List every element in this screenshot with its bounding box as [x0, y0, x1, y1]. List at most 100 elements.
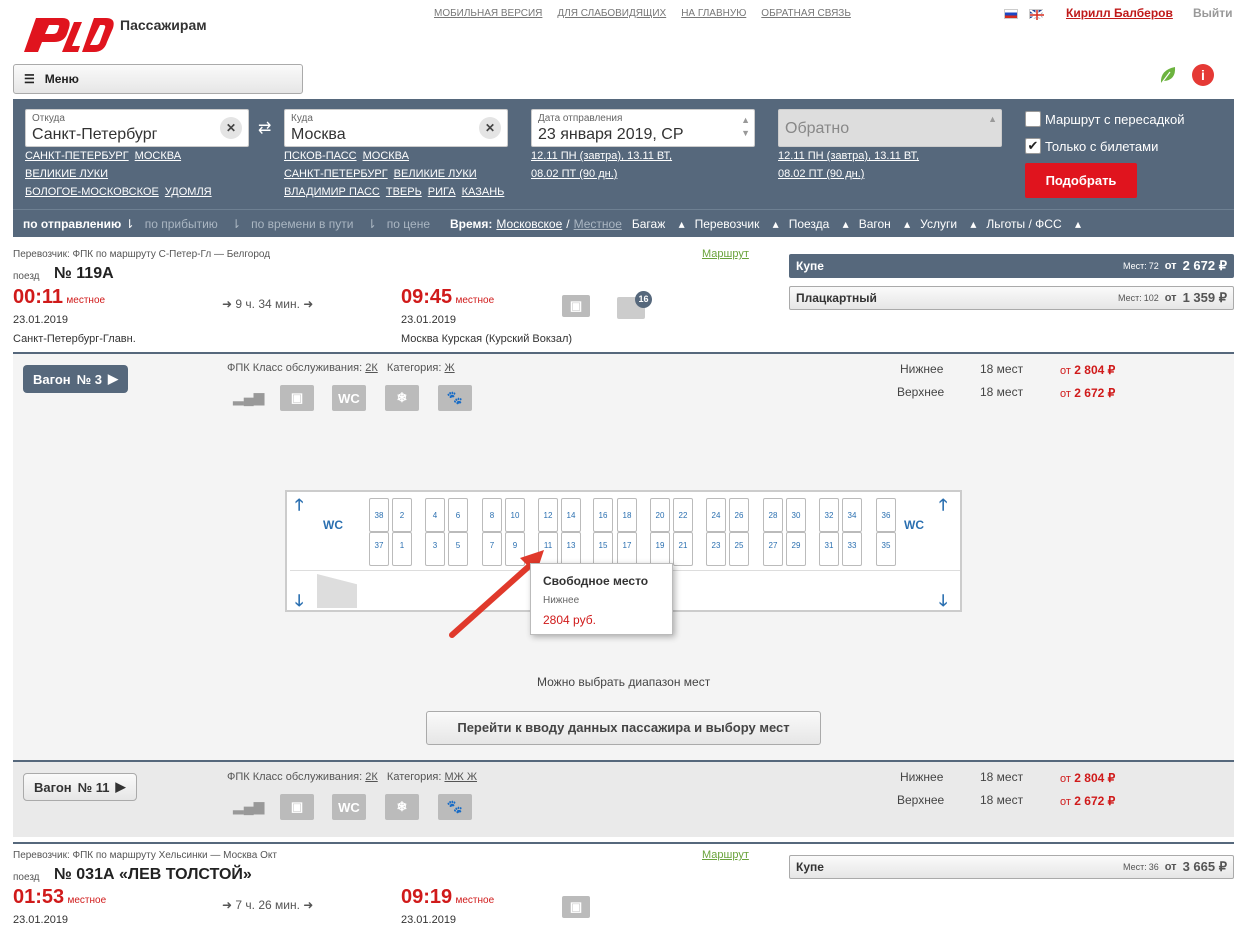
seat-upper[interactable]: 6 — [448, 498, 468, 532]
return-suggestion[interactable]: 12.11 ПН (завтра), 13.11 ВТ, — [778, 150, 919, 162]
class-platz-bar[interactable]: Плацкартный Мест: 102 от 1 359 ₽ — [789, 286, 1234, 310]
checkmark-icon[interactable]: ✔ — [1025, 138, 1041, 154]
seat-upper[interactable]: 8 — [482, 498, 502, 532]
seat-lower[interactable]: 37 — [369, 532, 389, 566]
seat-upper[interactable]: 2 — [392, 498, 412, 532]
dep-time: 01:53 — [13, 886, 65, 908]
time-label: Время: — [450, 216, 493, 231]
seat-upper[interactable]: 22 — [673, 498, 693, 532]
seat-upper[interactable]: 28 — [763, 498, 783, 532]
seat-upper[interactable]: 26 — [729, 498, 749, 532]
class-kupe-bar[interactable]: Купе Мест: 36 от 3 665 ₽ — [789, 855, 1234, 879]
mobile-version-link[interactable]: МОБИЛЬНАЯ ВЕРСИЯ — [434, 8, 542, 19]
seat-lower[interactable]: 21 — [673, 532, 693, 566]
seat-lower[interactable]: 19 — [650, 532, 670, 566]
sort-travel-time[interactable]: по времени в пути ⇂ — [251, 217, 377, 231]
home-link[interactable]: НА ГЛАВНУЮ — [681, 8, 746, 19]
seat-lower[interactable]: 31 — [819, 532, 839, 566]
seat-lower[interactable]: 33 — [842, 532, 862, 566]
seat-lower[interactable]: 13 — [561, 532, 581, 566]
from-suggestion[interactable]: УДОМЛЯ — [165, 186, 212, 198]
filter-services[interactable]: Услуги ▴ — [920, 217, 976, 231]
to-suggestion[interactable]: ПСКОВ-ПАСС — [284, 150, 357, 162]
seat-upper[interactable]: 4 — [425, 498, 445, 532]
info-icon[interactable]: i — [1192, 64, 1214, 86]
filter-carrier[interactable]: Перевозчик ▴ — [695, 217, 779, 231]
from-field[interactable]: Откуда Санкт-Петербург ✕ — [25, 109, 249, 147]
rzd-logo[interactable] — [22, 12, 114, 54]
class-kupe-bar[interactable]: Купе Мест: 72 от 2 672 ₽ — [789, 254, 1234, 278]
date-suggestion[interactable]: 08.02 ПТ (90 дн.) — [531, 168, 617, 180]
wagon3-button[interactable]: Вагон № 3 ▶ — [23, 365, 128, 393]
arr-time: 09:19 — [401, 886, 453, 908]
to-suggestion[interactable]: КАЗАНЬ — [462, 186, 505, 198]
clear-to-icon[interactable]: ✕ — [479, 117, 501, 139]
seat-upper[interactable]: 10 — [505, 498, 525, 532]
train2-route-link[interactable]: Маршрут — [702, 849, 749, 861]
filter-wagon[interactable]: Вагон ▴ — [859, 217, 910, 231]
seat-lower[interactable]: 29 — [786, 532, 806, 566]
to-field[interactable]: Куда Москва ✕ — [284, 109, 508, 147]
seat-upper[interactable]: 18 — [617, 498, 637, 532]
return-suggestion[interactable]: 08.02 ПТ (90 дн.) — [778, 168, 864, 180]
logout-link[interactable]: Выйти — [1193, 6, 1233, 20]
seat-lower[interactable]: 25 — [729, 532, 749, 566]
tickets-only-checkbox[interactable]: ✔ Только с билетами — [1025, 138, 1158, 154]
filter-benefits[interactable]: Льготы / ФСС ▴ — [986, 217, 1081, 231]
sort-departure[interactable]: по отправлению ⇂ — [23, 217, 135, 231]
seat-upper[interactable]: 32 — [819, 498, 839, 532]
eco-leaf-icon[interactable] — [1158, 64, 1178, 86]
english-flag-icon[interactable] — [1029, 9, 1044, 20]
return-date-field[interactable]: Обратно ▲ — [778, 109, 1002, 147]
from-suggestion[interactable]: САНКТ-ПЕТЕРБУРГ — [25, 150, 129, 162]
filter-baggage[interactable]: Багаж ▴ — [632, 217, 685, 231]
date-suggestion[interactable]: 12.11 ПН (завтра), 13.11 ВТ, — [531, 150, 672, 162]
to-suggestion[interactable]: РИГА — [428, 186, 456, 198]
seat-upper[interactable]: 16 — [593, 498, 613, 532]
seat-upper[interactable]: 30 — [786, 498, 806, 532]
low-vision-link[interactable]: ДЛЯ СЛАБОВИДЯЩИХ — [557, 8, 666, 19]
to-suggestion[interactable]: МОСКВА — [363, 150, 409, 162]
checkbox-unchecked[interactable] — [1025, 111, 1041, 127]
proceed-button[interactable]: Перейти к вводу данных пассажира и выбор… — [426, 711, 821, 745]
to-suggestion[interactable]: ВЕЛИКИЕ ЛУКИ — [394, 168, 477, 180]
sort-bar: по отправлению ⇂ по прибытию ⇂ по времен… — [13, 209, 1234, 237]
user-name-link[interactable]: Кирилл Балберов — [1066, 6, 1173, 20]
sort-price[interactable]: по цене — [387, 217, 440, 231]
seat-upper[interactable]: 14 — [561, 498, 581, 532]
sort-arrival[interactable]: по прибытию ⇂ — [145, 217, 241, 231]
swap-icon[interactable]: ⇄ — [258, 118, 271, 138]
from-suggestion[interactable]: ВЕЛИКИЕ ЛУКИ — [25, 168, 108, 180]
to-suggestion[interactable]: ВЛАДИМИР ПАСС — [284, 186, 380, 198]
time-moscow-link[interactable]: Московское — [496, 217, 562, 231]
seat-upper[interactable]: 38 — [369, 498, 389, 532]
seat-lower[interactable]: 1 — [392, 532, 412, 566]
from-suggestion[interactable]: БОЛОГОЕ-МОСКОВСКОЕ — [25, 186, 159, 198]
seat-upper[interactable]: 34 — [842, 498, 862, 532]
wagon11-button[interactable]: Вагон № 11 ▶ — [23, 773, 137, 801]
filter-trains[interactable]: Поезда ▴ — [789, 217, 849, 231]
to-suggestion[interactable]: САНКТ-ПЕТЕРБУРГ — [284, 168, 388, 180]
transfer-checkbox[interactable]: Маршрут с пересадкой — [1025, 111, 1185, 127]
search-button[interactable]: Подобрать — [1025, 163, 1137, 198]
feedback-link[interactable]: ОБРАТНАЯ СВЯЗЬ — [761, 8, 851, 19]
seat-upper[interactable]: 24 — [706, 498, 726, 532]
seat-lower[interactable]: 35 — [876, 532, 896, 566]
date-spinner-icon[interactable]: ▲ ▼ — [741, 114, 750, 140]
date-field[interactable]: Дата отправления 23 января 2019, СР ▲ ▼ — [531, 109, 755, 147]
seat-upper[interactable]: 36 — [876, 498, 896, 532]
return-spinner-icon[interactable]: ▲ — [988, 114, 997, 124]
from-suggestion[interactable]: МОСКВА — [135, 150, 181, 162]
seat-lower[interactable]: 23 — [706, 532, 726, 566]
seat-upper[interactable]: 12 — [538, 498, 558, 532]
seat-lower[interactable]: 17 — [617, 532, 637, 566]
clear-from-icon[interactable]: ✕ — [220, 117, 242, 139]
seat-lower[interactable]: 15 — [593, 532, 613, 566]
to-suggestion[interactable]: ТВЕРЬ — [386, 186, 422, 198]
seat-upper[interactable]: 20 — [650, 498, 670, 532]
seat-lower[interactable]: 27 — [763, 532, 783, 566]
train1-route-link[interactable]: Маршрут — [702, 248, 749, 260]
russian-flag-icon[interactable] — [1004, 9, 1018, 19]
time-local-link[interactable]: Местное — [574, 217, 622, 231]
menu-button[interactable]: ☰ Меню — [13, 64, 303, 94]
